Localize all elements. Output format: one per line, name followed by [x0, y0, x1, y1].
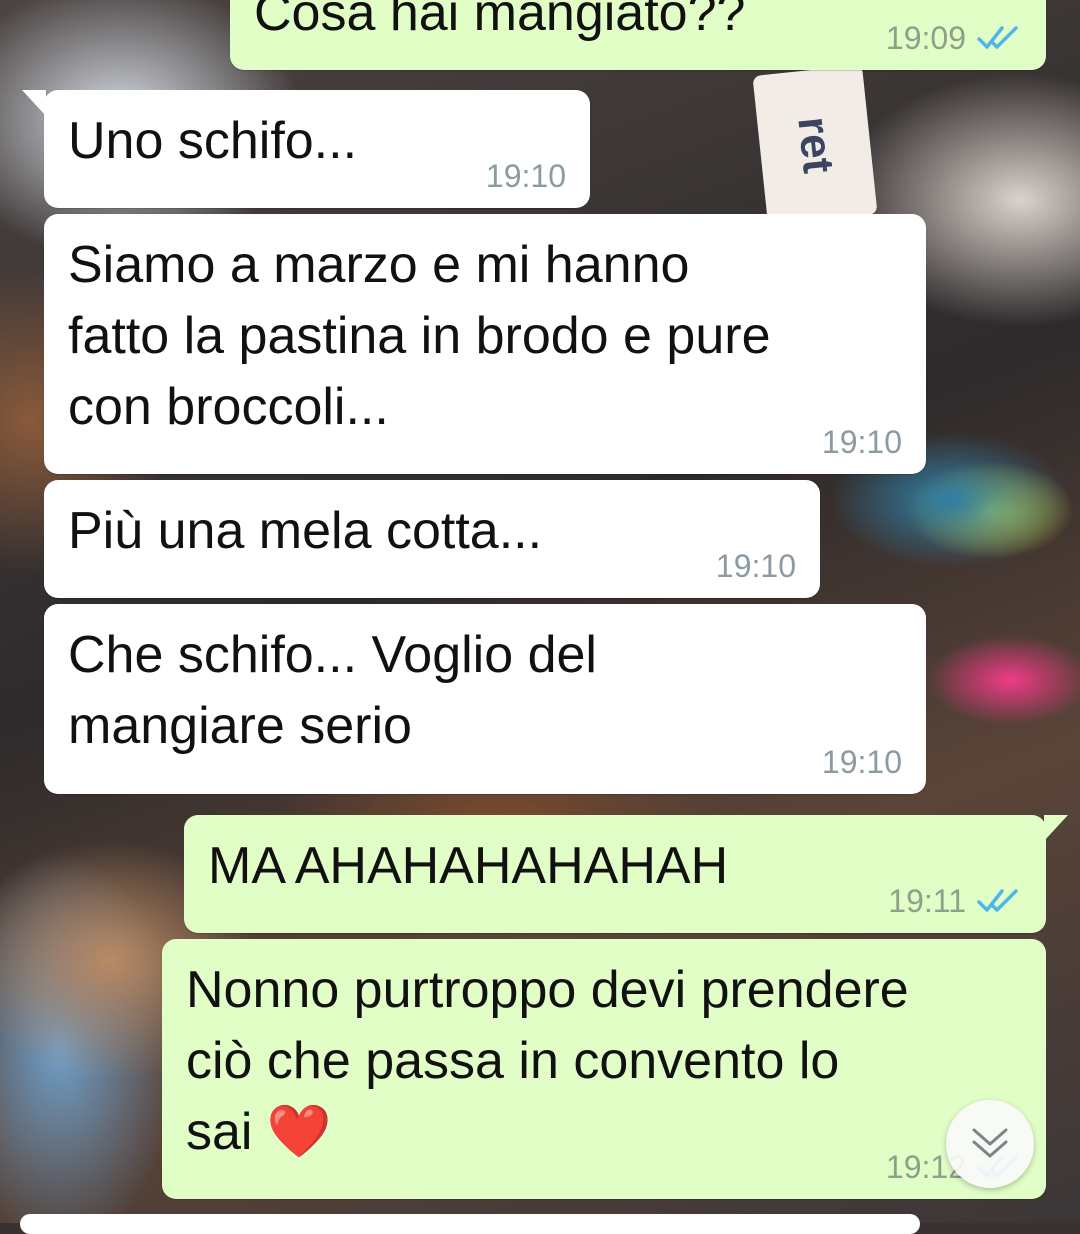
message-time: 19:11: [888, 883, 966, 919]
double-check-icon: [977, 889, 1018, 912]
message-meta: 19:10: [822, 424, 902, 460]
double-check-icon: [977, 26, 1018, 49]
message-outgoing[interactable]: MA AHAHAHAHAHAH 19:11: [184, 815, 1068, 933]
message-time: 19:10: [485, 158, 566, 194]
message-incoming[interactable]: Più una mela cotta... 19:10: [44, 480, 820, 598]
message-text-line: ciò che passa in convento lo: [186, 1032, 840, 1090]
message-text-line: fatto la pastina in brodo e pure: [68, 307, 771, 365]
message-outgoing[interactable]: Nonno purtroppo devi prendere ciò che pa…: [162, 939, 1046, 1199]
message-text-line: con broccoli...: [68, 378, 389, 436]
message-meta: 19:10: [486, 158, 566, 194]
message-outgoing[interactable]: Cosa hai mangiato?? 19:09: [230, 0, 1046, 70]
message-time: 19:09: [885, 20, 966, 56]
message-incoming[interactable]: Siamo a marzo e mi hanno fatto la pastin…: [44, 214, 926, 474]
message-meta: 19:09: [886, 20, 1022, 56]
message-incoming[interactable]: Uno schifo... 19:10: [22, 90, 590, 208]
bubble-tail: [22, 90, 46, 116]
message-meta: 19:10: [716, 548, 796, 584]
message-time: 19:10: [821, 744, 902, 780]
message-text: Più una mela cotta...: [68, 502, 543, 560]
message-text-line: mangiare serio: [68, 697, 412, 755]
message-text-line: Nonno purtroppo devi prendere: [186, 961, 909, 1019]
bubble-tail: [1044, 815, 1068, 841]
message-time: 19:10: [821, 424, 902, 460]
message-meta: 19:10: [822, 744, 902, 780]
message-time: 19:10: [715, 548, 796, 584]
message-text-line: Che schifo... Voglio del: [68, 626, 597, 684]
double-chevron-down-icon: [972, 1128, 1008, 1158]
next-message-edge: [20, 1214, 920, 1234]
scroll-to-bottom-button[interactable]: [946, 1100, 1034, 1188]
message-incoming[interactable]: Che schifo... Voglio del mangiare serio …: [44, 604, 926, 794]
message-meta: 19:11: [888, 883, 1022, 919]
message-text-line: Siamo a marzo e mi hanno: [68, 236, 690, 294]
wallpaper-tag: ret: [752, 64, 878, 226]
